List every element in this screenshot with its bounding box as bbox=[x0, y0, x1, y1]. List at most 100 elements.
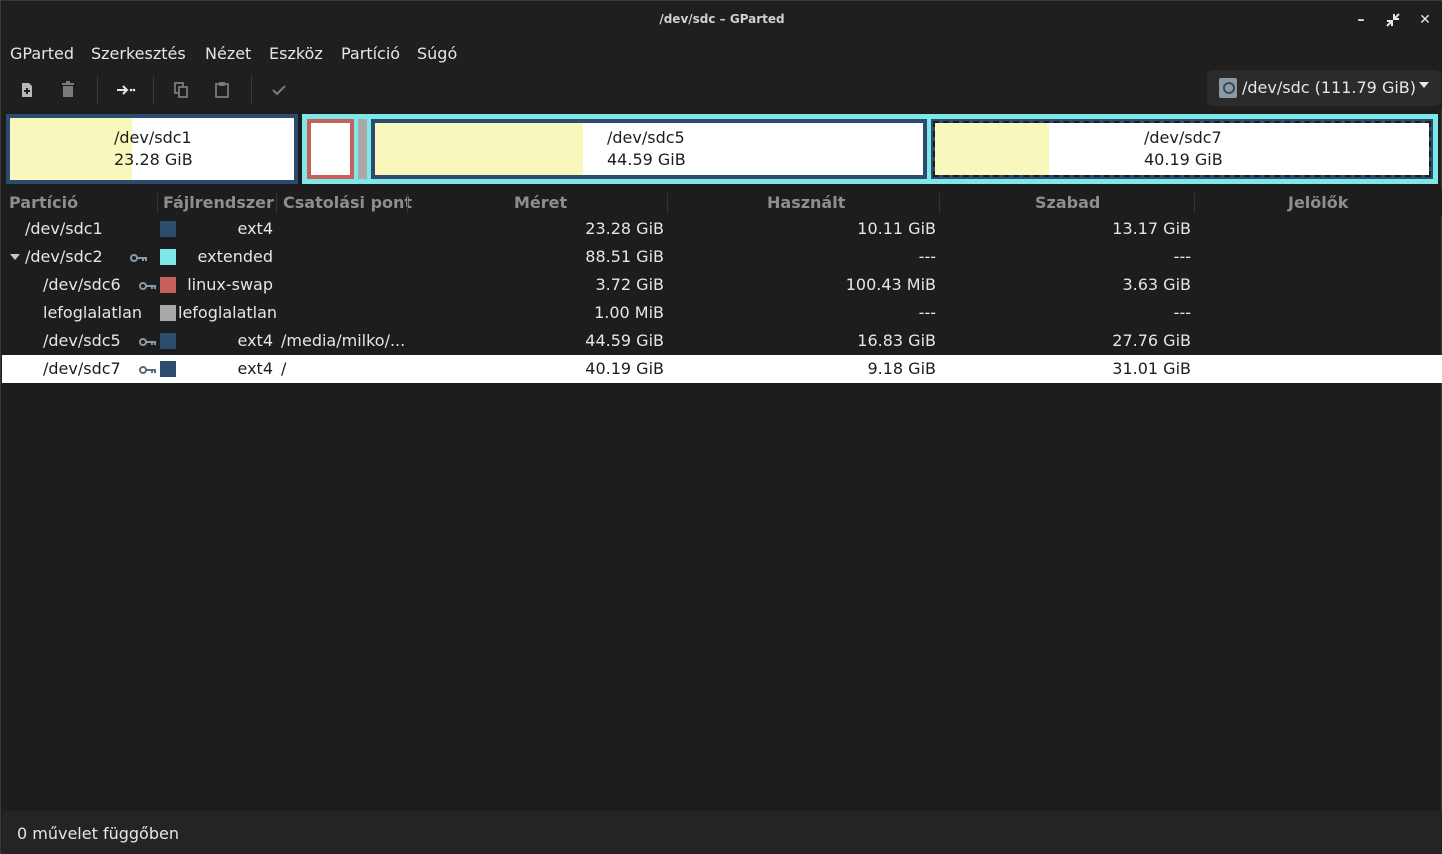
cell-partition: lefoglalatlan bbox=[43, 303, 143, 322]
col-filesystem[interactable]: Fájlrendszer bbox=[163, 193, 274, 212]
cell-filesystem: ext4 bbox=[237, 219, 273, 238]
map-partition-sdc2-extended[interactable]: /dev/sdc5 44.59 GiB /dev/sdc7 40.19 GiB bbox=[302, 114, 1438, 184]
map-sdc1-name: /dev/sdc1 bbox=[114, 128, 192, 147]
map-sdc7-body: /dev/sdc7 40.19 GiB bbox=[933, 121, 1431, 177]
menu-partition[interactable]: Partíció bbox=[341, 44, 400, 63]
menu-device[interactable]: Eszköz bbox=[269, 44, 323, 63]
cell-used: --- bbox=[918, 303, 936, 322]
map-sdc5-size: 44.59 GiB bbox=[607, 150, 686, 169]
cell-size: 44.59 GiB bbox=[585, 331, 664, 350]
expander-chevron-down-icon[interactable] bbox=[10, 254, 20, 260]
key-icon bbox=[139, 366, 156, 374]
cell-free: --- bbox=[1173, 247, 1191, 266]
title-bar: /dev/sdc – GParted – ✕ bbox=[2, 2, 1442, 38]
cell-used: 9.18 GiB bbox=[867, 359, 936, 378]
cell-partition: /dev/sdc2 bbox=[25, 247, 103, 266]
filesystem-color-swatch bbox=[160, 249, 176, 265]
cell-size: 1.00 MiB bbox=[594, 303, 664, 322]
table-row[interactable]: /dev/sdc1 ext4 23.28 GiB 10.11 GiB 13.17… bbox=[2, 215, 1442, 243]
device-label: /dev/sdc (111.79 GiB) bbox=[1242, 78, 1416, 97]
restore-icon[interactable] bbox=[1383, 10, 1403, 30]
window-title: /dev/sdc – GParted bbox=[659, 12, 785, 26]
chevron-down-icon bbox=[1419, 82, 1429, 88]
key-icon bbox=[130, 254, 147, 262]
close-icon[interactable]: ✕ bbox=[1415, 10, 1435, 30]
map-sdc1-size: 23.28 GiB bbox=[114, 150, 193, 169]
menu-help[interactable]: Súgó bbox=[417, 44, 457, 63]
key-icon bbox=[139, 282, 156, 290]
map-partition-sdc6[interactable] bbox=[307, 119, 354, 179]
cell-partition: /dev/sdc7 bbox=[43, 359, 121, 378]
map-sdc6-body bbox=[311, 123, 350, 175]
table-row-selected[interactable]: /dev/sdc7 ext4 / 40.19 GiB 9.18 GiB 31.0… bbox=[2, 355, 1442, 383]
cell-size: 23.28 GiB bbox=[585, 219, 664, 238]
column-divider bbox=[939, 193, 940, 213]
cell-used: 16.83 GiB bbox=[857, 331, 936, 350]
map-partition-sdc1[interactable]: /dev/sdc1 23.28 GiB bbox=[6, 114, 298, 184]
device-selector[interactable]: /dev/sdc (111.79 GiB) bbox=[1207, 70, 1441, 106]
cell-free: 27.76 GiB bbox=[1112, 331, 1191, 350]
column-divider bbox=[407, 193, 408, 213]
cell-partition: /dev/sdc5 bbox=[43, 331, 121, 350]
column-divider bbox=[1194, 193, 1195, 213]
col-partition[interactable]: Partíció bbox=[9, 193, 78, 212]
map-sdc5-name: /dev/sdc5 bbox=[607, 128, 685, 147]
disk-icon bbox=[1219, 78, 1237, 98]
cell-size: 40.19 GiB bbox=[585, 359, 664, 378]
gparted-window: /dev/sdc – GParted – ✕ GParted Szerkeszt… bbox=[0, 0, 1442, 854]
cell-mountpoint: / bbox=[281, 359, 287, 378]
table-row[interactable]: /dev/sdc6 linux-swap 3.72 GiB 100.43 MiB… bbox=[2, 271, 1442, 299]
column-divider bbox=[276, 193, 277, 213]
col-mountpoint[interactable]: Csatolási pont bbox=[283, 193, 412, 212]
toolbar-separator bbox=[97, 76, 98, 104]
apply-icon[interactable] bbox=[267, 78, 291, 102]
cell-mountpoint: /media/milko/... bbox=[281, 331, 406, 350]
menu-gparted[interactable]: GParted bbox=[10, 44, 74, 63]
partition-table-header: Partíció Fájlrendszer Csatolási pont Mér… bbox=[2, 189, 1442, 215]
cell-used: 100.43 MiB bbox=[845, 275, 936, 294]
cell-filesystem: linux-swap bbox=[187, 275, 273, 294]
cell-filesystem: ext4 bbox=[237, 331, 273, 350]
key-icon bbox=[139, 338, 156, 346]
delete-icon[interactable] bbox=[56, 78, 80, 102]
col-flags[interactable]: Jelölők bbox=[1288, 193, 1348, 212]
table-row[interactable]: /dev/sdc5 ext4 /media/milko/... 44.59 Gi… bbox=[2, 327, 1442, 355]
filesystem-color-swatch bbox=[160, 305, 176, 321]
cell-partition: /dev/sdc1 bbox=[25, 219, 103, 238]
map-partition-sdc5[interactable]: /dev/sdc5 44.59 GiB bbox=[371, 119, 927, 179]
cell-used: --- bbox=[918, 247, 936, 266]
new-partition-icon[interactable] bbox=[15, 78, 39, 102]
map-sdc5-used bbox=[375, 123, 584, 175]
map-unallocated[interactable] bbox=[358, 119, 367, 179]
filesystem-color-swatch bbox=[160, 221, 176, 237]
table-row[interactable]: lefoglalatlan lefoglalatlan 1.00 MiB ---… bbox=[2, 299, 1442, 327]
cell-partition: /dev/sdc6 bbox=[43, 275, 121, 294]
menu-edit[interactable]: Szerkesztés bbox=[91, 44, 186, 63]
toolbar: /dev/sdc (111.79 GiB) bbox=[2, 70, 1442, 110]
filesystem-color-swatch bbox=[160, 333, 176, 349]
cell-filesystem: ext4 bbox=[237, 359, 273, 378]
menu-bar: GParted Szerkesztés Nézet Eszköz Partíci… bbox=[2, 38, 1442, 70]
map-partition-sdc7[interactable]: /dev/sdc7 40.19 GiB bbox=[931, 119, 1433, 179]
cell-free: 31.01 GiB bbox=[1112, 359, 1191, 378]
paste-icon[interactable] bbox=[210, 78, 234, 102]
table-row[interactable]: /dev/sdc2 extended 88.51 GiB --- --- bbox=[2, 243, 1442, 271]
minimize-icon[interactable]: – bbox=[1351, 10, 1371, 30]
copy-icon[interactable] bbox=[169, 78, 193, 102]
status-bar: 0 művelet függőben bbox=[2, 811, 1442, 854]
cell-free: 13.17 GiB bbox=[1112, 219, 1191, 238]
column-divider bbox=[667, 193, 668, 213]
col-used[interactable]: Használt bbox=[767, 193, 845, 212]
column-divider bbox=[157, 193, 158, 213]
menu-view[interactable]: Nézet bbox=[205, 44, 251, 63]
cell-size: 88.51 GiB bbox=[585, 247, 664, 266]
filesystem-color-swatch bbox=[160, 277, 176, 293]
cell-filesystem: lefoglalatlan bbox=[178, 303, 278, 322]
toolbar-separator bbox=[251, 76, 252, 104]
toolbar-separator bbox=[153, 76, 154, 104]
col-free[interactable]: Szabad bbox=[1035, 193, 1100, 212]
col-size[interactable]: Méret bbox=[514, 193, 567, 212]
cell-filesystem: extended bbox=[197, 247, 273, 266]
resize-move-icon[interactable] bbox=[113, 78, 137, 102]
map-sdc1-body: /dev/sdc1 23.28 GiB bbox=[10, 118, 294, 180]
